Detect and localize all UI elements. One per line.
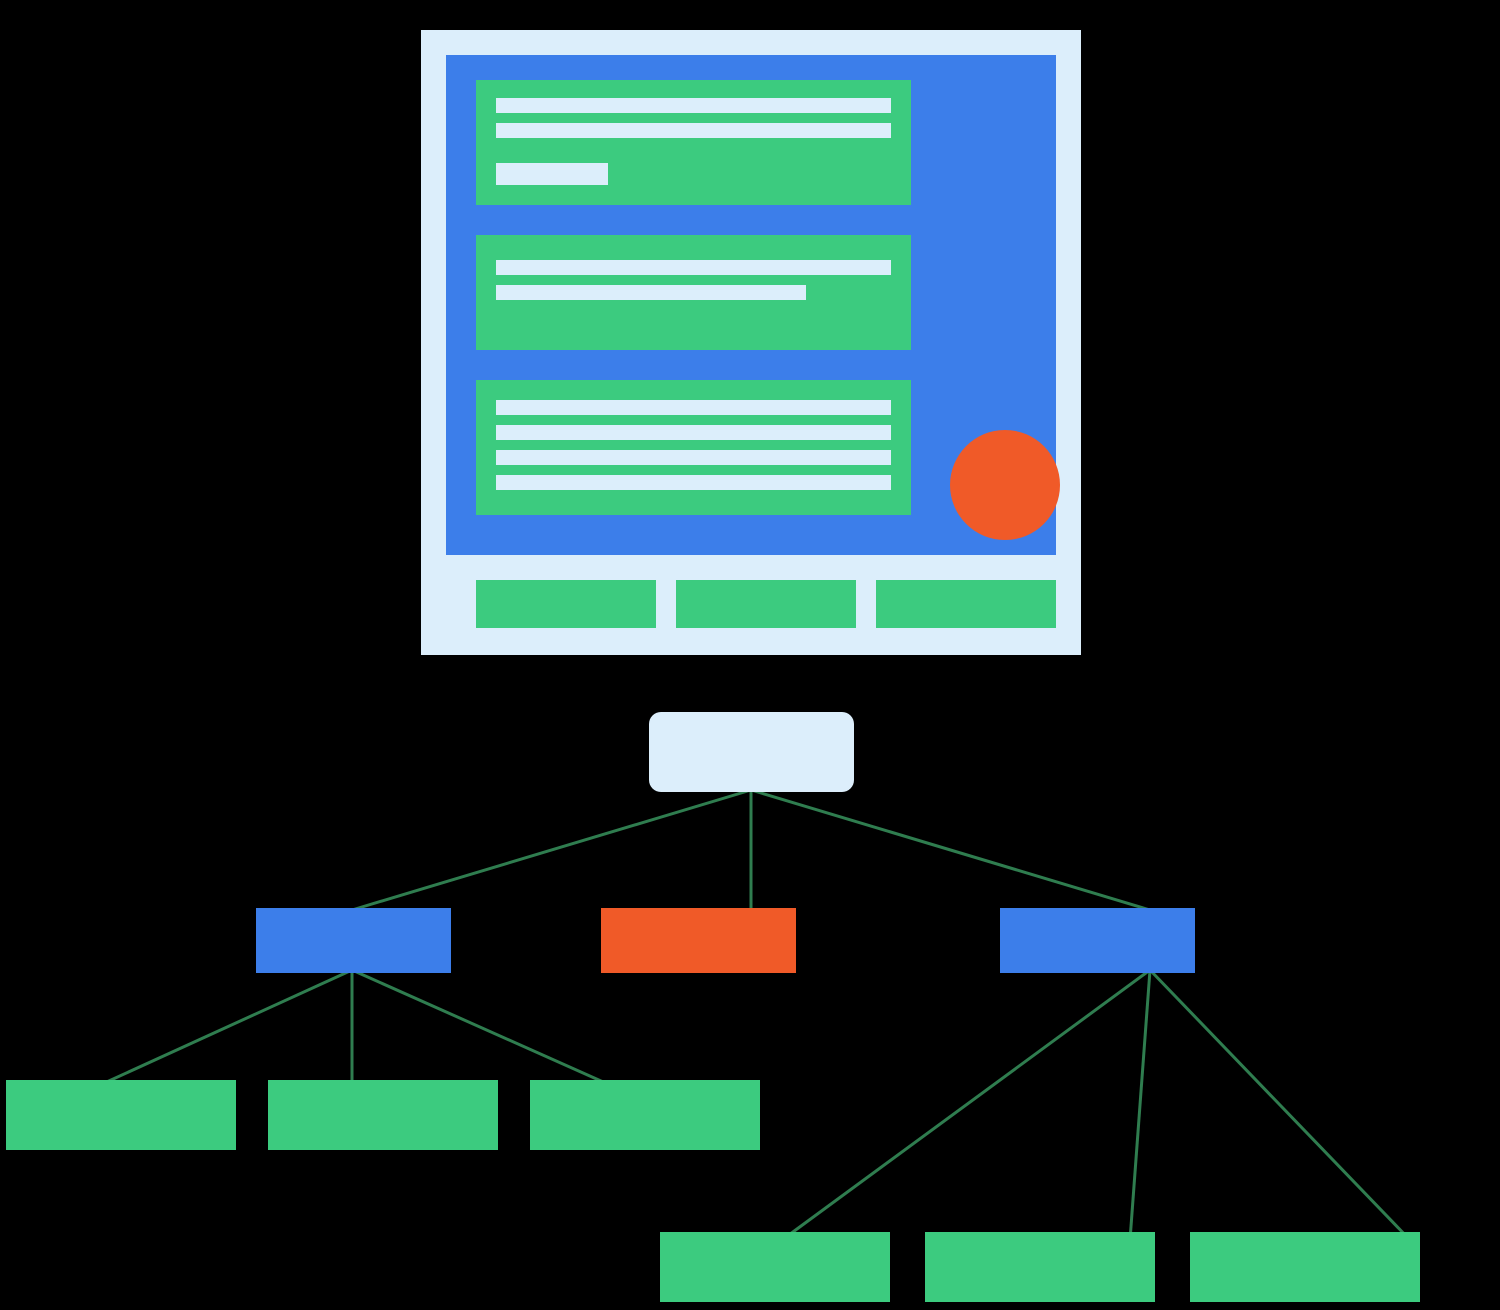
bottom-button-3[interactable] xyxy=(876,580,1056,628)
bottom-bar xyxy=(476,580,1056,628)
content-card-2 xyxy=(476,235,911,350)
tree-node-l2b-2 xyxy=(925,1232,1155,1302)
tree-node-l2b-1 xyxy=(660,1232,890,1302)
app-window xyxy=(421,30,1081,655)
text-line xyxy=(496,98,891,113)
badge-circle-icon xyxy=(950,430,1060,540)
tree-node-l1-center xyxy=(601,908,796,973)
tree-node-l1-left xyxy=(256,908,451,973)
bottom-button-1[interactable] xyxy=(476,580,656,628)
text-line xyxy=(496,450,891,465)
text-line xyxy=(496,475,891,490)
text-line-short xyxy=(496,163,608,185)
tree-node-l1-right xyxy=(1000,908,1195,973)
text-line xyxy=(496,260,891,275)
text-line-short xyxy=(496,285,806,300)
text-line xyxy=(496,425,891,440)
content-card-3 xyxy=(476,380,911,515)
content-card-1 xyxy=(476,80,911,205)
text-line xyxy=(496,400,891,415)
tree-node-l2a-2 xyxy=(268,1080,498,1150)
tree-node-l2a-3 xyxy=(530,1080,760,1150)
text-line xyxy=(496,123,891,138)
tree-node-root xyxy=(649,712,854,792)
bottom-button-2[interactable] xyxy=(676,580,856,628)
tree-node-l2b-3 xyxy=(1190,1232,1420,1302)
tree-node-l2a-1 xyxy=(6,1080,236,1150)
